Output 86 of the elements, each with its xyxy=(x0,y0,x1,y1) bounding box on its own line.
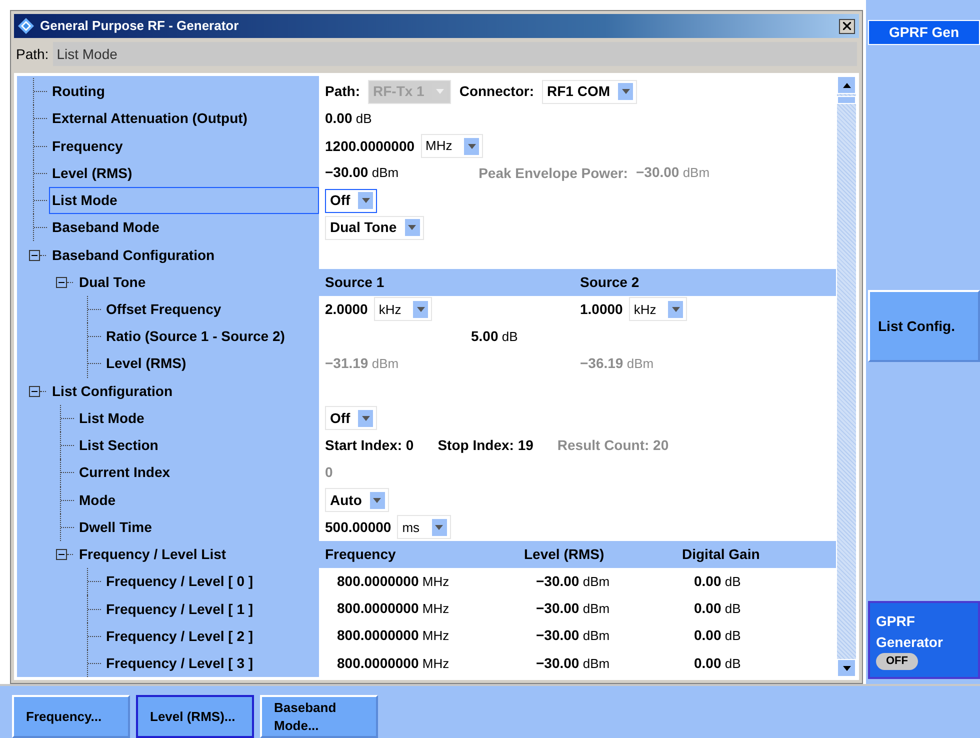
field-label: Frequency xyxy=(325,545,396,564)
tree-item[interactable]: Frequency / Level [ 1 ] xyxy=(103,595,319,623)
value-text: 1200.0000000 xyxy=(325,136,415,156)
value-text: −30.00 dBm xyxy=(636,163,710,182)
tree-item[interactable]: Frequency / Level List xyxy=(76,540,319,568)
tree-item[interactable]: Ratio (Source 1 - Source 2) xyxy=(103,323,319,350)
tree-item[interactable]: Mode xyxy=(76,486,319,514)
field-label: Digital Gain xyxy=(682,545,760,564)
tree-item[interactable]: List Mode xyxy=(49,186,319,214)
tree-item[interactable]: Frequency / Level [ 3 ] xyxy=(103,650,319,677)
value-text: −30.00 dBm xyxy=(325,163,399,182)
value-text: −30.00 dBm xyxy=(536,626,610,646)
value-text: 800.0000000 MHz xyxy=(337,572,450,591)
tree-item[interactable]: Routing xyxy=(49,78,319,106)
scroll-thumb[interactable] xyxy=(837,96,856,104)
tree-item[interactable]: Baseband Mode xyxy=(49,214,319,242)
scroll-down-icon[interactable] xyxy=(837,659,856,677)
unit-dropdown[interactable]: kHz xyxy=(374,297,432,322)
collapse-icon[interactable] xyxy=(29,386,40,397)
toggle-softkey[interactable]: GPRF Generator OFF xyxy=(868,601,980,679)
value-text: 800.0000000 MHz xyxy=(337,654,450,673)
tree-item[interactable]: Dual Tone xyxy=(76,268,319,296)
value-text: 0.00 dB xyxy=(694,599,741,618)
value-text: 500.00000 xyxy=(325,518,392,537)
value-text: 0 xyxy=(325,462,333,482)
dropdown[interactable]: RF1 COM xyxy=(542,80,638,104)
value-text: 0.00 dB xyxy=(694,626,741,646)
value-text: 2.0000 xyxy=(325,300,368,319)
path-field: List Mode xyxy=(52,42,857,66)
path-label: Path: xyxy=(16,44,49,64)
tree-item[interactable]: External Attenuation (Output) xyxy=(49,105,319,132)
state-pill: OFF xyxy=(876,652,918,670)
tree-item[interactable]: Frequency / Level [ 0 ] xyxy=(103,568,319,596)
field-label: Peak Envelope Power: xyxy=(478,164,628,183)
tree-item[interactable]: Dwell Time xyxy=(76,514,319,541)
dropdown[interactable]: Off xyxy=(325,188,378,213)
unit-dropdown[interactable]: ms xyxy=(397,515,451,540)
value-text: 0.00 dB xyxy=(694,654,741,673)
value-text: 800.0000000 MHz xyxy=(337,599,450,618)
unit-dropdown[interactable]: MHz xyxy=(420,134,484,158)
field-label: Level (RMS) xyxy=(524,545,604,564)
collapse-icon[interactable] xyxy=(56,549,67,560)
close-button[interactable] xyxy=(839,18,855,34)
tree-item[interactable]: List Configuration xyxy=(49,378,319,405)
panel-title: GPRF Gen xyxy=(868,20,980,45)
tree-item[interactable]: Level (RMS) xyxy=(49,160,319,187)
tree-item[interactable]: Level (RMS) xyxy=(103,350,319,378)
collapse-icon[interactable] xyxy=(56,276,67,288)
tree-item[interactable]: Frequency xyxy=(49,132,319,160)
softkey-button[interactable]: Baseband Mode... xyxy=(260,695,378,738)
tree-item[interactable]: Baseband Configuration xyxy=(49,241,319,269)
softkey-button[interactable]: List Config. xyxy=(868,290,980,362)
field-label: Result Count: 20 xyxy=(557,436,669,456)
value-text: −31.19 dBm xyxy=(325,354,399,373)
tree-item[interactable]: List Mode xyxy=(76,404,319,432)
dropdown[interactable]: Dual Tone xyxy=(325,216,424,240)
value-text: 1.0000 xyxy=(580,300,623,319)
field-label: Path: xyxy=(325,82,360,102)
value-text: −30.00 dBm xyxy=(536,599,610,618)
scrollbar[interactable] xyxy=(836,76,856,677)
field-label: Source 1 xyxy=(325,272,384,292)
unit-dropdown[interactable]: kHz xyxy=(628,297,688,322)
softkey-button[interactable]: Level (RMS)... xyxy=(136,695,254,738)
close-icon xyxy=(843,22,851,30)
tree-item[interactable]: List Section xyxy=(76,432,319,460)
value-text: −30.00 dBm xyxy=(536,572,610,591)
collapse-icon[interactable] xyxy=(29,250,40,261)
softkey-button[interactable]: Frequency... xyxy=(12,695,130,738)
diamond-logo-icon xyxy=(18,18,34,34)
tree-item[interactable]: Offset Frequency xyxy=(103,296,319,324)
tree-item[interactable]: Current Index xyxy=(76,459,319,487)
tree-item[interactable]: Frequency / Level [ 2 ] xyxy=(103,622,319,650)
field-label: Stop Index: 19 xyxy=(438,436,534,456)
scroll-up-icon[interactable] xyxy=(837,76,856,94)
dropdown[interactable]: Auto xyxy=(325,488,389,512)
value-text: −36.19 dBm xyxy=(580,354,654,373)
field-label: Connector: xyxy=(459,82,534,102)
value-text: 0.00 dB xyxy=(694,572,741,591)
value-text: −30.00 dBm xyxy=(536,654,610,673)
dropdown[interactable]: Off xyxy=(325,406,378,430)
value-text: 0.00 dB xyxy=(325,108,372,128)
window-title: General Purpose RF - Generator xyxy=(40,17,240,36)
field-label: Source 2 xyxy=(580,272,640,292)
value-text: 800.0000000 MHz xyxy=(337,626,450,646)
value-text: 5.00 dB xyxy=(471,326,518,346)
field-label: Start Index: 0 xyxy=(325,436,414,456)
